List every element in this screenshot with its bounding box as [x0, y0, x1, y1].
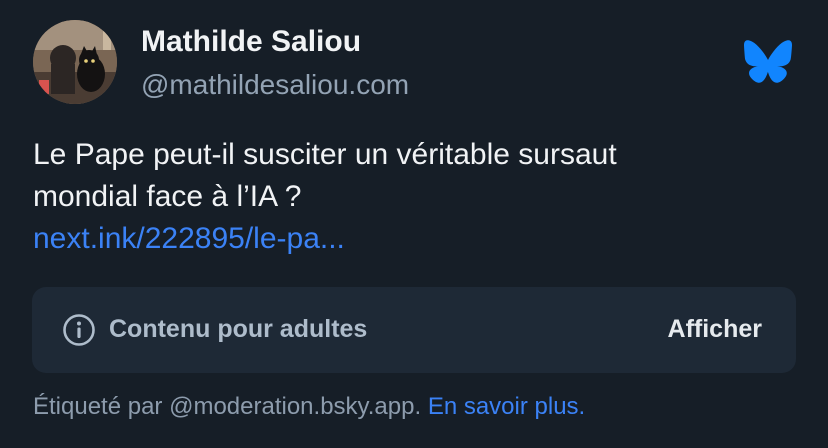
content-warning-box[interactable]: Contenu pour adultes Afficher — [32, 287, 796, 373]
author-display-name[interactable]: Mathilde Saliou — [141, 25, 361, 59]
moderation-footer: Étiqueté par @moderation.bsky.app. En sa… — [33, 393, 585, 421]
avatar-image — [33, 20, 117, 104]
show-content-button[interactable]: Afficher — [668, 315, 762, 344]
bluesky-butterfly-icon[interactable] — [744, 40, 792, 84]
labeled-by-text: Étiqueté par @moderation.bsky.app. — [33, 393, 422, 420]
post-body: Le Pape peut-il susciter un véritable su… — [33, 134, 803, 260]
post-embed-card[interactable]: Mathilde Saliou @mathildesaliou.com Le P… — [0, 0, 828, 448]
author-handle[interactable]: @mathildesaliou.com — [141, 69, 409, 101]
post-header: Mathilde Saliou @mathildesaliou.com — [33, 20, 803, 106]
content-warning-label: Contenu pour adultes — [109, 315, 368, 343]
post-text-line-1: Le Pape peut-il susciter un véritable su… — [33, 138, 617, 171]
post-text-line-2: mondial face à l’IA ? — [33, 180, 302, 213]
info-circle-icon — [63, 314, 95, 346]
post-link[interactable]: next.ink/222895/le-pa... — [33, 218, 803, 260]
learn-more-link[interactable]: En savoir plus. — [428, 393, 585, 420]
avatar[interactable] — [33, 20, 117, 104]
